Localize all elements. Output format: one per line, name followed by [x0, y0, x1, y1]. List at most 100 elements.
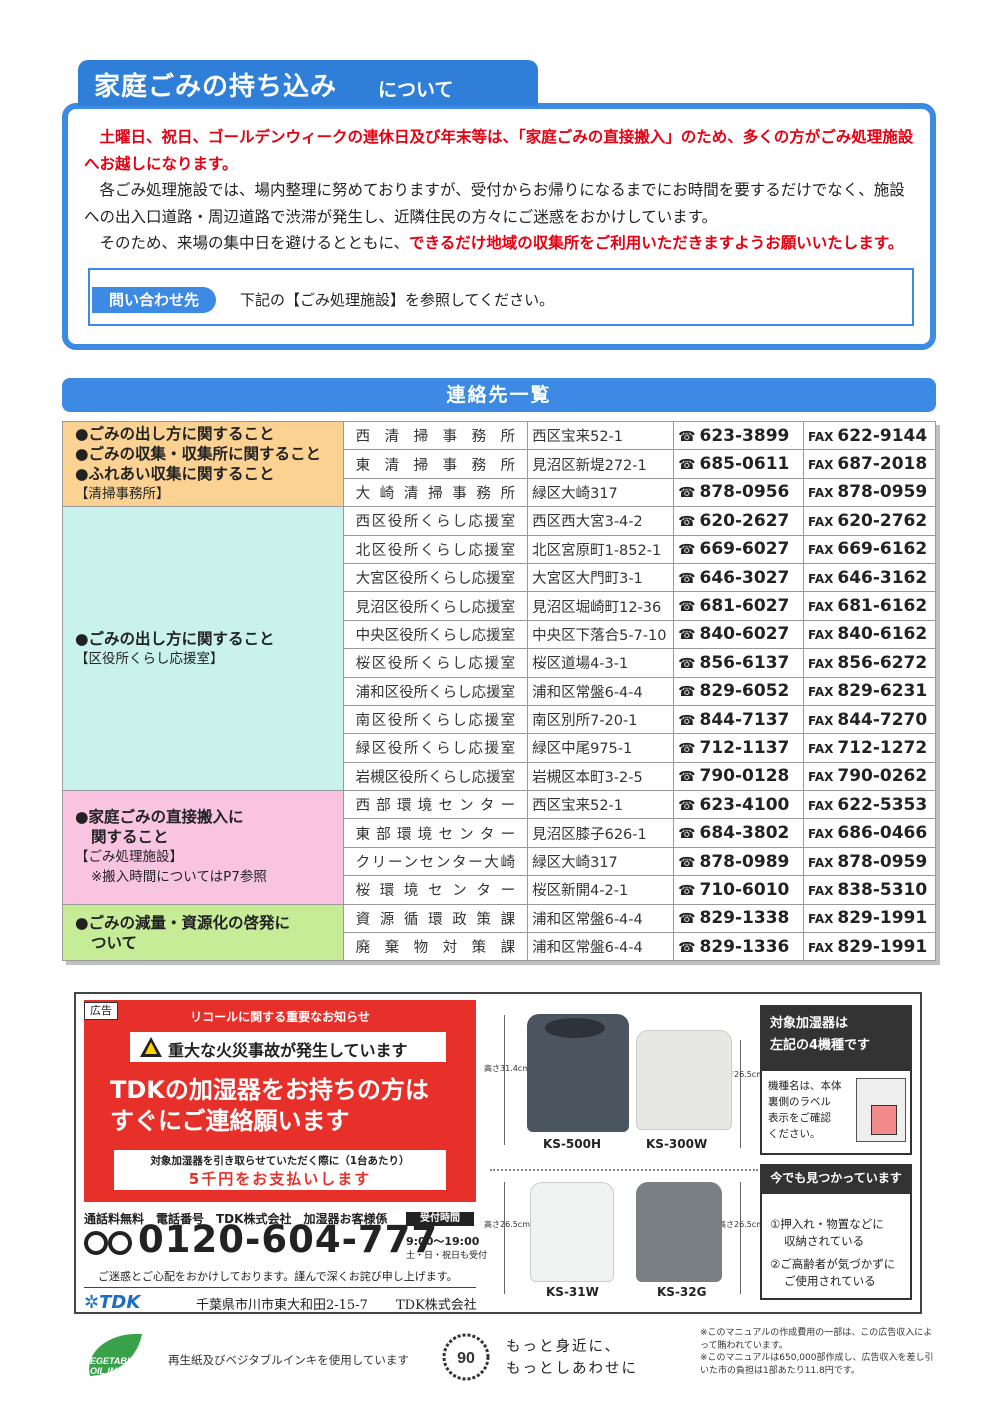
- tel-number[interactable]: 620-2627: [700, 511, 790, 531]
- ad-phone-number[interactable]: 0120-604-777: [138, 1218, 438, 1261]
- office-address: 浦和区常盤6-4-4: [527, 676, 675, 706]
- footer-notes: ※このマニュアルの作成費用の一部は、この広告収入によって賄われています。 ※この…: [700, 1327, 940, 1377]
- slogan-line2: もっとしあわせに: [506, 1361, 638, 1377]
- phone-icon: ☎: [678, 769, 696, 786]
- tel-cell: ☎ 620-2627: [673, 506, 804, 536]
- phone-icon: ☎: [678, 826, 696, 843]
- height-line: [504, 1015, 505, 1145]
- target-heading-line1: 対象加湿器は: [770, 1016, 849, 1031]
- fax-number: 669-6162: [837, 539, 928, 560]
- model-ks31w: KS-31W: [546, 1285, 599, 1299]
- tel-number[interactable]: 840-6027: [700, 624, 790, 644]
- phone-icon: ☎: [678, 599, 696, 616]
- tel-cell: ☎ 878-0989: [673, 846, 804, 877]
- tel-cell: ☎ 710-6010: [673, 875, 804, 905]
- office-address: 西区宝来52-1: [527, 790, 675, 820]
- slogan: もっと身近に、 もっとしあわせに: [506, 1336, 638, 1380]
- height-line: [740, 1040, 741, 1148]
- notice-para3a: そのため、来場の集中日を避けるとともに、: [99, 234, 410, 252]
- tel-cell: ☎ 669-6027: [673, 534, 804, 564]
- humidifier-ks32g-image: [636, 1182, 722, 1282]
- tel-number[interactable]: 829-1336: [700, 937, 790, 957]
- fax-cell: FAX 687-2018: [803, 449, 936, 479]
- tel-cell: ☎ 856-6137: [673, 648, 804, 678]
- office-address: 西区西大宮3-4-2: [527, 506, 675, 536]
- inquiry-label: 問い合わせ先: [92, 287, 216, 313]
- tel-number[interactable]: 669-6027: [700, 539, 790, 559]
- warning-text: 重大な火災事故が発生しています: [168, 1041, 408, 1060]
- table-row: ●家庭ごみの直接搬入に 関すること 【ごみ処理施設】 ※搬入時間についてはP7参照 西部…: [62, 790, 936, 905]
- tel-number[interactable]: 685-0611: [700, 454, 790, 474]
- tel-cell: ☎ 712-1137: [673, 733, 804, 763]
- fax-number: 878-0959: [837, 482, 928, 503]
- notice-para3-red: できるだけ地域の収集所をご利用いただきますようお願いいたします。: [409, 234, 904, 252]
- section-title-suffix: について: [378, 79, 454, 101]
- office-address: 見沼区膝子626-1: [527, 818, 675, 848]
- office-address: 見沼区新堤272-1: [527, 449, 675, 479]
- found-heading: 今でも見つかっています: [760, 1164, 912, 1192]
- tel-cell: ☎ 829-1338: [673, 903, 804, 934]
- tel-number[interactable]: 856-6137: [700, 653, 790, 673]
- tel-number[interactable]: 878-0956: [700, 482, 790, 502]
- ad-address: 千葉県市川市東大和田2-15-7: [196, 1298, 368, 1313]
- tel-cell: ☎ 685-0611: [673, 449, 804, 479]
- phone-icon: ☎: [678, 712, 696, 729]
- fax-number: 620-2762: [837, 510, 928, 531]
- office-name: 北区役所くらし応援室: [342, 534, 529, 564]
- fax-cell: FAX 844-7270: [803, 704, 936, 735]
- svg-text:OIL INK: OIL INK: [90, 1366, 124, 1376]
- tel-cell: ☎ 790-0128: [673, 761, 804, 792]
- category-line: ●ごみの出し方に関すること: [75, 425, 275, 444]
- category-sub: 【区役所くらし応援室】: [75, 650, 224, 667]
- fax-label: FAX: [808, 458, 834, 473]
- payment-note: 対象加湿器を引き取らせていただく際に（1台あたり）: [150, 1155, 410, 1167]
- humidifier-ks500h-top: [545, 1018, 605, 1038]
- office-name: 中央区役所くらし応援室: [342, 619, 529, 650]
- city-90-logo: 90: [442, 1333, 490, 1381]
- tel-number[interactable]: 712-1137: [700, 738, 790, 758]
- tel-number[interactable]: 646-3027: [700, 568, 790, 588]
- free-dial-icon: [84, 1231, 132, 1255]
- tel-number[interactable]: 829-1338: [700, 908, 790, 928]
- tel-number[interactable]: 681-6027: [700, 596, 790, 616]
- fax-number: 878-0959: [837, 851, 928, 872]
- fax-label: FAX: [808, 940, 834, 955]
- height-label-ks31w: 高さ26.5cm: [484, 1220, 531, 1229]
- ad-headline: TDKの加湿器をお持ちの方は すぐにご連絡願います: [110, 1075, 429, 1137]
- tel-number[interactable]: 623-4100: [700, 795, 790, 815]
- fax-number: 840-6162: [837, 624, 928, 645]
- phone-icon: ☎: [678, 457, 696, 474]
- fax-cell: FAX 686-0466: [803, 818, 936, 848]
- height-line: [504, 1182, 505, 1294]
- category-sub: ※搬入時間についてはP7参照: [91, 869, 267, 886]
- office-address: 大宮区大門町3-1: [527, 562, 675, 593]
- height-line: [740, 1182, 741, 1294]
- category-line: 関すること: [91, 828, 169, 847]
- tel-number[interactable]: 623-3899: [700, 426, 790, 446]
- tel-number[interactable]: 878-0989: [700, 852, 790, 872]
- found-item-2: ②ご高齢者が気づかずに ご使用されている: [770, 1256, 895, 1290]
- fax-cell: FAX 681-6162: [803, 591, 936, 621]
- tel-cell: ☎ 844-7137: [673, 704, 804, 735]
- humidifier-ks31w-image: [530, 1182, 614, 1282]
- ad-divider: [84, 1287, 476, 1288]
- tel-number[interactable]: 790-0128: [700, 766, 790, 786]
- office-address: 緑区中尾975-1: [527, 733, 675, 763]
- phone-icon: ☎: [678, 740, 696, 757]
- office-address: 桜区道場4-3-1: [527, 648, 675, 678]
- phone-icon: ☎: [678, 797, 696, 814]
- office-name: 浦和区役所くらし応援室: [342, 676, 529, 706]
- fax-number: 829-1991: [837, 936, 928, 957]
- tel-cell: ☎ 623-3899: [673, 420, 804, 451]
- tel-number[interactable]: 710-6010: [700, 880, 790, 900]
- fax-cell: FAX 622-5353: [803, 790, 936, 820]
- tel-number[interactable]: 829-6052: [700, 681, 790, 701]
- tel-number[interactable]: 844-7137: [700, 710, 790, 730]
- table-row: ●ごみの出し方に関すること 【区役所くらし応援室】 西区役所くらし応援室 西区西大宮3…: [62, 506, 936, 792]
- office-name: 西清掃事務所: [342, 420, 529, 451]
- fax-label: FAX: [808, 514, 834, 529]
- target-heading-line2: 左記の4機種です: [770, 1038, 871, 1053]
- category-sub: 【ごみ処理施設】: [75, 849, 183, 866]
- tel-number[interactable]: 684-3802: [700, 823, 790, 843]
- office-address: 南区別所7-20-1: [527, 704, 675, 735]
